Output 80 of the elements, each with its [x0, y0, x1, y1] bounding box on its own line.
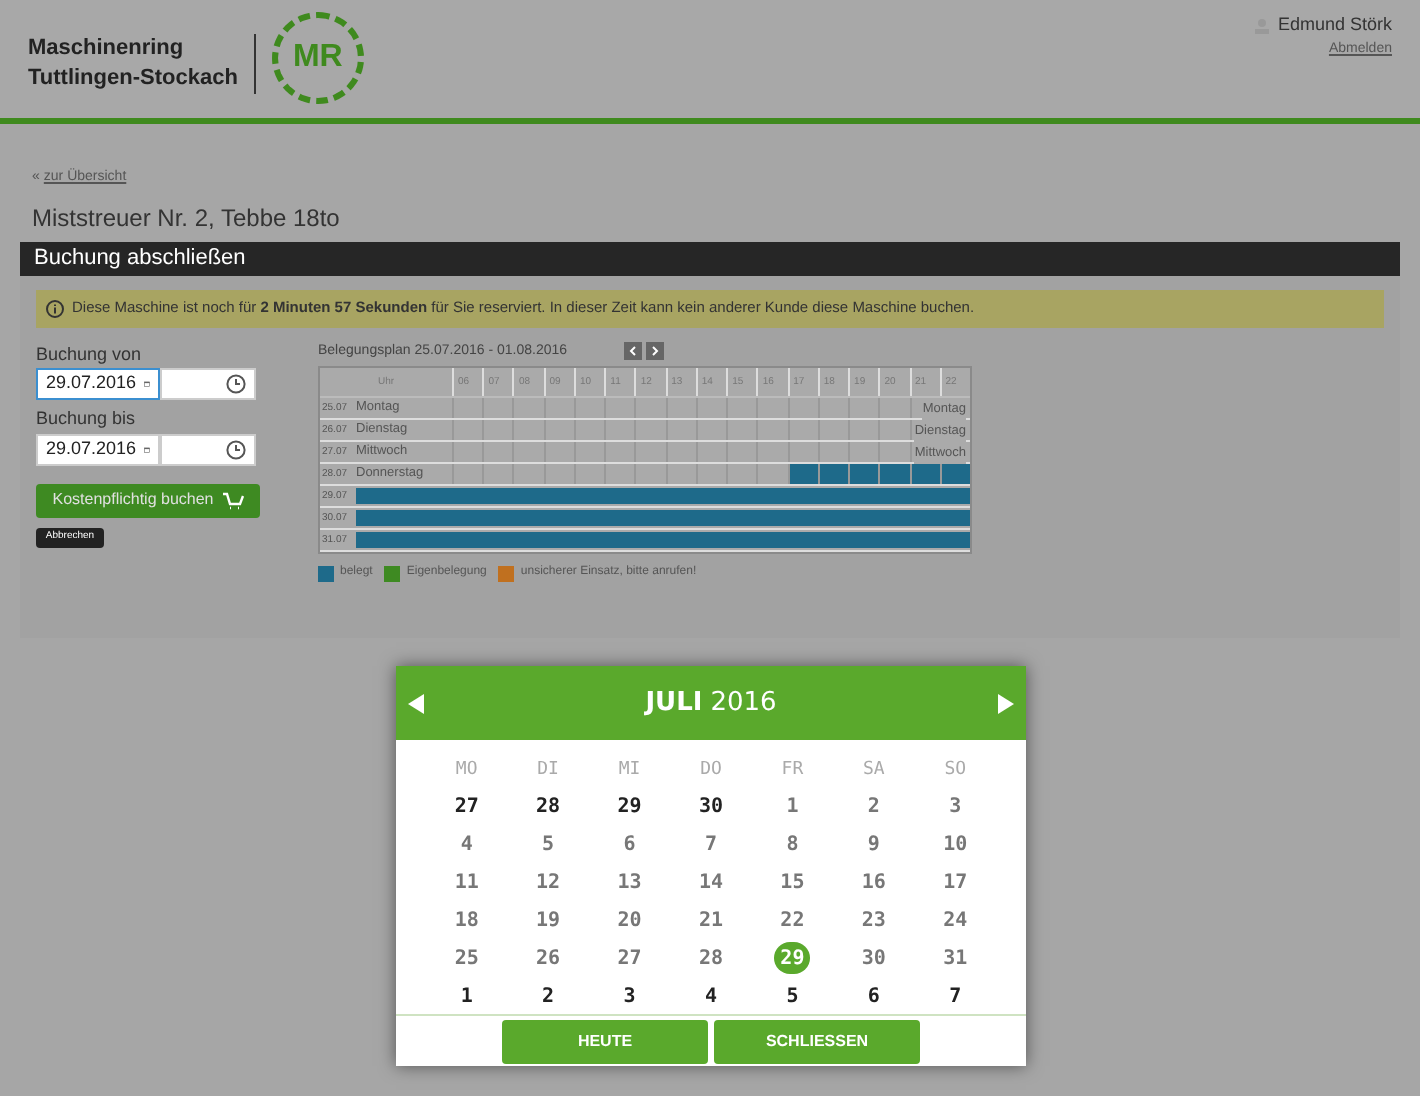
- calendar-day[interactable]: 7: [692, 829, 729, 862]
- calendar-day[interactable]: 23: [855, 904, 892, 937]
- next-week-button[interactable]: [645, 342, 664, 361]
- calendar-day[interactable]: 20: [611, 904, 648, 937]
- calendar-day[interactable]: 21: [692, 904, 729, 937]
- chevron-left-icon: [627, 346, 638, 357]
- clock-icon[interactable]: [226, 439, 246, 459]
- weekday-header: SA: [861, 758, 887, 784]
- year: 2016: [710, 685, 777, 722]
- calendar-day[interactable]: 22: [774, 904, 811, 937]
- previous-month-button[interactable]: [408, 691, 428, 715]
- calendar-day[interactable]: 4: [692, 980, 729, 1013]
- calendar-day[interactable]: 25: [448, 942, 485, 975]
- calendar-day[interactable]: 10: [937, 829, 974, 862]
- organization-name: Tuttlingen-Stockach: [28, 64, 238, 94]
- calendar-day[interactable]: 12: [530, 867, 567, 900]
- calendar-day[interactable]: 14: [692, 867, 729, 900]
- time-field[interactable]: [160, 368, 256, 400]
- field-label: Buchung bis: [36, 406, 138, 432]
- info-icon: [46, 299, 64, 317]
- previous-week-button[interactable]: [623, 342, 642, 361]
- calendar-day[interactable]: 27: [611, 942, 648, 975]
- triangle-left-icon: [408, 693, 424, 713]
- calendar-day[interactable]: 19: [530, 904, 567, 937]
- calendar-action-button[interactable]: HEUTE: [502, 1020, 708, 1064]
- calendar-day[interactable]: 17: [937, 867, 974, 900]
- calendar-day[interactable]: 15: [774, 867, 811, 900]
- calendar-day[interactable]: 6: [611, 829, 648, 862]
- weekday-header: SO: [942, 758, 969, 784]
- calendar-day[interactable]: 3: [611, 980, 648, 1013]
- calendar-day[interactable]: 6: [855, 980, 892, 1013]
- calendar-day[interactable]: 5: [774, 980, 811, 1013]
- book-button[interactable]: Kostenpflichtig buchen: [36, 483, 260, 517]
- calendar-action-button[interactable]: SCHLIESSEN: [714, 1020, 920, 1064]
- calendar-day[interactable]: 11: [448, 867, 485, 900]
- calendar-day[interactable]: 18: [448, 904, 485, 937]
- calendar-day[interactable]: 9: [855, 829, 892, 862]
- section-title: Buchung abschließen: [34, 243, 246, 274]
- calendar-day[interactable]: 8: [774, 829, 811, 862]
- triangle-right-icon: [997, 693, 1014, 713]
- clock-icon[interactable]: [226, 374, 246, 394]
- calendar-day[interactable]: 26: [530, 942, 567, 975]
- calendar-day[interactable]: 29: [774, 942, 811, 975]
- calendar-day[interactable]: 24: [937, 904, 974, 937]
- weekday-header: MO: [453, 758, 480, 784]
- calendar-day[interactable]: 1: [774, 791, 811, 824]
- calendar-day[interactable]: 28: [692, 942, 729, 975]
- logo-text: MR: [292, 38, 343, 78]
- month-name: JULI: [645, 685, 703, 722]
- calendar-day[interactable]: 1: [448, 980, 485, 1013]
- next-month-button[interactable]: [993, 691, 1014, 715]
- calendar-day[interactable]: 5: [530, 829, 567, 862]
- cart-icon: [221, 491, 244, 509]
- calendar-day[interactable]: 29: [611, 791, 648, 824]
- page-title: Miststreuer Nr. 2, Tebbe 18to: [30, 201, 342, 235]
- organization-name: Maschinenring: [28, 34, 186, 64]
- calendar-day[interactable]: 27: [448, 791, 485, 824]
- time-field[interactable]: [160, 433, 256, 465]
- calendar-day[interactable]: 30: [692, 791, 729, 824]
- date-value: 29.07.2016: [46, 370, 137, 397]
- calendar-day[interactable]: 13: [611, 867, 648, 900]
- calendar-day[interactable]: 31: [937, 942, 974, 975]
- calendar-day[interactable]: 30: [855, 942, 892, 975]
- calendar-day[interactable]: 2: [530, 980, 567, 1013]
- user-name: Edmund Störk: [1277, 12, 1392, 38]
- date-field[interactable]: 29.07.2016: [36, 433, 160, 465]
- calendar-day[interactable]: 16: [855, 867, 892, 900]
- weekday-header: DO: [698, 758, 724, 784]
- date-value: 29.07.2016: [46, 435, 137, 462]
- calendar-day[interactable]: 28: [530, 791, 567, 824]
- chevron-right-icon: [649, 346, 660, 357]
- weekday-header: DI: [535, 758, 561, 784]
- calendar-day[interactable]: 3: [937, 791, 974, 824]
- calendar-day[interactable]: 7: [937, 980, 974, 1013]
- calendar-day[interactable]: 4: [448, 829, 485, 862]
- field-label: Buchung von: [36, 341, 144, 368]
- weekday-header: MI: [616, 758, 643, 784]
- weekday-header: FR: [779, 758, 806, 784]
- date-field[interactable]: 29.07.2016: [36, 368, 160, 400]
- calendar-day[interactable]: 2: [855, 791, 892, 824]
